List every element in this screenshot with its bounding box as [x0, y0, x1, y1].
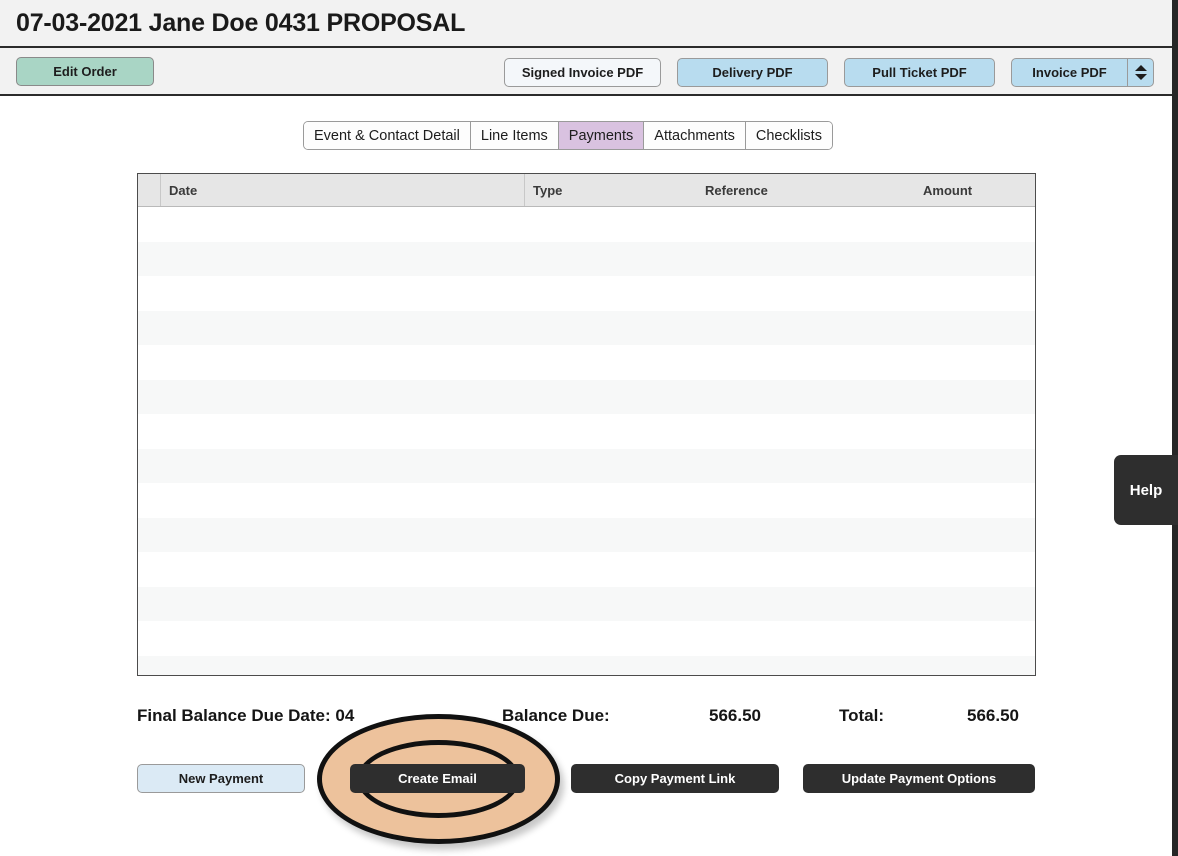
new-payment-button[interactable]: New Payment	[137, 764, 305, 793]
table-row[interactable]	[138, 414, 1035, 449]
table-row[interactable]	[138, 310, 1035, 345]
table-row[interactable]	[138, 207, 1035, 242]
tab-attachments[interactable]: Attachments	[644, 122, 746, 149]
invoice-pdf-button[interactable]: Invoice PDF	[1011, 58, 1128, 87]
chevron-down-icon[interactable]	[1134, 74, 1147, 80]
table-row[interactable]	[138, 276, 1035, 311]
invoice-pdf-stepper[interactable]	[1128, 58, 1154, 87]
copy-payment-link-button[interactable]: Copy Payment Link	[571, 764, 779, 793]
app-page: 07-03-2021 Jane Doe 0431 PROPOSAL Edit O…	[0, 0, 1178, 856]
tab-event-contact-detail[interactable]: Event & Contact Detail	[304, 122, 471, 149]
page-header: 07-03-2021 Jane Doe 0431 PROPOSAL	[0, 0, 1172, 48]
create-email-button[interactable]: Create Email	[350, 764, 525, 793]
balance-due-value: 566.50	[709, 706, 761, 725]
help-tab[interactable]: Help	[1114, 455, 1178, 525]
column-header-reference[interactable]: Reference	[697, 174, 915, 206]
balance-due-label: Balance Due:	[502, 706, 610, 725]
table-row[interactable]	[138, 379, 1035, 414]
column-header-select[interactable]	[138, 174, 161, 206]
signed-invoice-pdf-button[interactable]: Signed Invoice PDF	[504, 58, 661, 87]
right-edge-strip	[1172, 0, 1178, 856]
payments-summary: Final Balance Due Date: 04 Balance Due: …	[137, 706, 1036, 732]
tab-line-items[interactable]: Line Items	[470, 122, 559, 149]
table-row[interactable]	[138, 483, 1035, 518]
total-value: 566.50	[967, 706, 1019, 725]
section-tabs: Event & Contact Detail Line Items Paymen…	[303, 121, 833, 150]
table-row[interactable]	[138, 552, 1035, 587]
table-row[interactable]	[138, 586, 1035, 621]
pull-ticket-pdf-button[interactable]: Pull Ticket PDF	[844, 58, 995, 87]
table-row[interactable]	[138, 241, 1035, 276]
table-row[interactable]	[138, 345, 1035, 380]
table-row[interactable]	[138, 448, 1035, 483]
table-row[interactable]	[138, 517, 1035, 552]
page-title: 07-03-2021 Jane Doe 0431 PROPOSAL	[16, 8, 466, 37]
table-row[interactable]	[138, 621, 1035, 656]
payments-table-header: Date Type Reference Amount	[138, 174, 1035, 207]
delivery-pdf-button[interactable]: Delivery PDF	[677, 58, 828, 87]
payments-table: Date Type Reference Amount	[137, 173, 1036, 676]
total-label: Total:	[839, 706, 885, 725]
column-header-amount[interactable]: Amount	[915, 174, 1035, 206]
table-row[interactable]	[138, 655, 1035, 675]
tab-checklists[interactable]: Checklists	[745, 122, 832, 149]
payments-table-body	[138, 207, 1035, 675]
column-header-type[interactable]: Type	[525, 174, 697, 206]
tab-payments[interactable]: Payments	[558, 122, 645, 149]
final-balance-due-date: Final Balance Due Date: 04	[137, 706, 355, 725]
chevron-up-icon[interactable]	[1134, 65, 1147, 71]
update-payment-options-button[interactable]: Update Payment Options	[803, 764, 1035, 793]
edit-order-button[interactable]: Edit Order	[16, 57, 154, 86]
column-header-date[interactable]: Date	[161, 174, 525, 206]
